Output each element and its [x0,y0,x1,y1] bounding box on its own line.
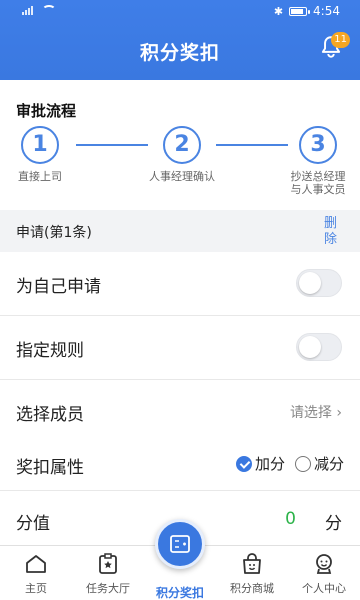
step-label: 人事经理确认 [149,170,215,183]
tab-profile[interactable]: 个人中心 [288,552,360,596]
tab-label-active: 积分奖扣 [155,586,204,600]
tab-label: 任务大厅 [86,582,130,595]
page-title: 积分奖扣 [139,42,220,64]
application-label: 申请(第1条) [16,225,92,241]
step-number: 1 [21,126,59,164]
tab-home[interactable]: 主页 [0,552,72,596]
tab-label: 主页 [25,582,47,595]
approval-step-3: 3 抄送总经理 与人事文员 [258,126,360,196]
reward-type-label: 奖扣属性 [16,458,84,478]
shop-icon [243,553,261,574]
bluetooth-icon: ✱ [273,4,284,18]
wifi-icon [42,5,56,15]
app-header: ✱ 4:54 积分奖扣 11 [0,0,360,80]
profile-icon [316,554,332,574]
self-apply-row: 为自己申请 [0,252,360,316]
tab-points-mall[interactable]: 积分商城 [216,552,288,596]
radio-deduct-points[interactable]: 减分 [294,453,344,474]
step-label: 抄送总经理 与人事文员 [258,170,360,196]
home-icon [26,555,46,573]
radio-label: 减分 [313,455,344,473]
notification-badge: 11 [331,32,350,48]
approval-step-2: 2 人事经理确认 [122,126,242,183]
self-apply-toggle[interactable] [296,269,342,297]
score-unit: 分 [325,514,342,534]
score-input[interactable]: 0 [285,509,296,529]
self-apply-label: 为自己申请 [16,277,101,297]
approval-title: 审批流程 [16,102,77,120]
status-bar: ✱ 4:54 [0,0,360,24]
radio-unchecked-icon [294,455,311,472]
step-number: 3 [299,126,337,164]
step-label: 直接上司 [18,170,62,183]
signal-icon [22,5,36,15]
application-header: 申请(第1条) 删除 [0,210,360,252]
reward-type-row: 奖扣属性 加分 减分 [0,435,360,491]
score-label: 分值 [16,514,50,534]
step-number: 2 [163,126,201,164]
radio-add-points[interactable]: 加分 [235,453,285,474]
assign-rule-label: 指定规则 [16,341,84,361]
member-picker[interactable]: 请选择 › [290,402,342,422]
tab-task-hall[interactable]: 任务大厅 [72,552,144,596]
tab-label: 积分商城 [230,582,274,595]
approval-step-1: 1 直接上司 [0,126,100,183]
radio-checked-icon [235,455,252,472]
select-member-label: 选择成员 [16,405,84,425]
notification-button[interactable]: 11 [318,32,350,64]
assign-rule-row: 指定规则 [0,316,360,380]
assign-rule-toggle[interactable] [296,333,342,361]
status-time: 4:54 [313,4,340,18]
battery-icon [289,6,311,16]
tab-points-reward[interactable] [155,519,205,569]
radio-label: 加分 [254,455,285,473]
step-label-line: 与人事文员 [290,183,346,196]
task-icon [99,553,117,574]
points-icon [170,535,190,553]
delete-button[interactable]: 删除 [324,216,340,248]
tab-label: 个人中心 [302,582,346,595]
approval-flow: 审批流程 1 直接上司 2 人事经理确认 3 抄送总经理 与人事文员 [0,80,360,210]
step-label-line: 抄送总经理 [290,170,346,183]
